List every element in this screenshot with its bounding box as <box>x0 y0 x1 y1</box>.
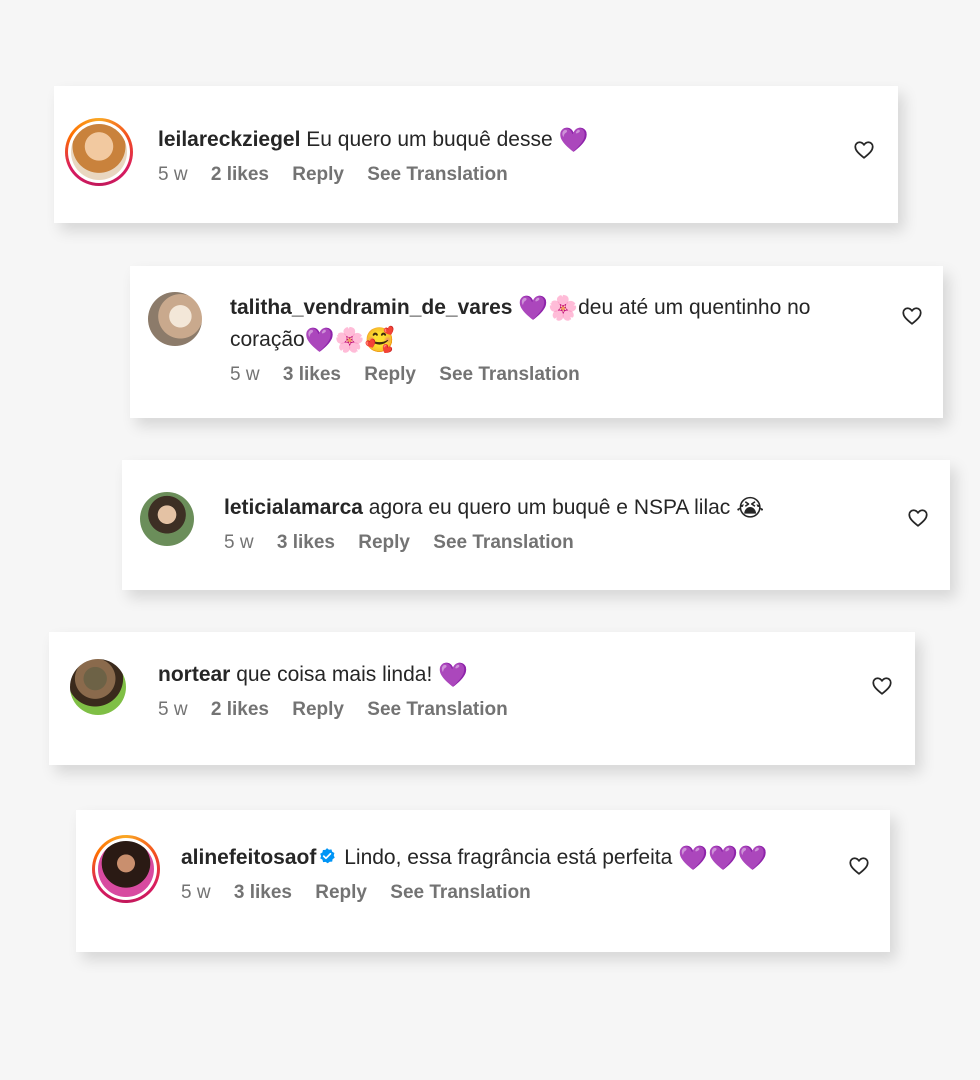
comment-likes[interactable]: 3 likes <box>234 882 292 903</box>
comment-username[interactable]: leticialamarca <box>224 496 363 519</box>
comment-card: talitha_vendramin_de_vares 💜🌸deu até um … <box>130 266 943 418</box>
heart-outline-icon[interactable] <box>907 507 929 529</box>
see-translation-link[interactable]: See Translation <box>367 699 507 720</box>
comment-emoji-leading: 💜🌸 <box>518 294 579 322</box>
comment-card: nortear que coisa mais linda! 💜 5 w 2 li… <box>49 632 915 765</box>
comment-card: leticialamarca agora eu quero um buquê e… <box>122 460 950 590</box>
comment-meta: 5 w 3 likes Reply See Translation <box>224 532 860 554</box>
see-translation-link[interactable]: See Translation <box>439 364 579 385</box>
comment-likes[interactable]: 3 likes <box>277 532 335 553</box>
verified-badge-icon <box>320 848 336 864</box>
comment-meta: 5 w 2 likes Reply See Translation <box>158 164 808 186</box>
comment-emoji: 💜 <box>558 126 589 154</box>
avatar[interactable] <box>92 835 160 903</box>
see-translation-link[interactable]: See Translation <box>433 532 573 553</box>
comment-username[interactable]: talitha_vendramin_de_vares <box>230 296 512 319</box>
avatar[interactable] <box>140 492 194 546</box>
comment-likes[interactable]: 2 likes <box>211 699 269 720</box>
see-translation-link[interactable]: See Translation <box>367 164 507 185</box>
comment-body: alinefeitosaof Lindo, essa fragrância es… <box>181 842 800 904</box>
comment-meta: 5 w 3 likes Reply See Translation <box>181 882 800 904</box>
see-translation-link[interactable]: See Translation <box>390 882 530 903</box>
reply-button[interactable]: Reply <box>292 164 344 185</box>
comment-card: alinefeitosaof Lindo, essa fragrância es… <box>76 810 890 952</box>
heart-outline-icon[interactable] <box>848 855 870 877</box>
comment-likes[interactable]: 3 likes <box>283 364 341 385</box>
comment-emoji: 💜🌸🥰 <box>304 326 395 354</box>
comment-body: leilareckziegel Eu quero um buquê desse … <box>158 124 808 186</box>
avatar[interactable] <box>70 659 126 715</box>
comment-meta: 5 w 2 likes Reply See Translation <box>158 699 825 721</box>
comment-card: leilareckziegel Eu quero um buquê desse … <box>54 86 898 223</box>
avatar[interactable] <box>148 292 202 346</box>
heart-outline-icon[interactable] <box>853 139 875 161</box>
reply-button[interactable]: Reply <box>292 699 344 720</box>
avatar[interactable] <box>65 118 133 186</box>
comment-username[interactable]: alinefeitosaof <box>181 846 316 869</box>
comment-text: Eu quero um buquê desse <box>306 128 553 151</box>
comment-text: que coisa mais linda! <box>236 663 433 686</box>
comment-likes[interactable]: 2 likes <box>211 164 269 185</box>
comment-text: agora eu quero um buquê e NSPA lilac <box>368 496 731 519</box>
comment-username[interactable]: nortear <box>158 663 230 686</box>
comment-time: 5 w <box>230 364 260 385</box>
comment-body: leticialamarca agora eu quero um buquê e… <box>224 492 860 554</box>
comment-time: 5 w <box>181 882 211 903</box>
comment-text: Lindo, essa fragrância está perfeita <box>344 846 673 869</box>
comment-emoji: 😭 <box>736 494 765 522</box>
comment-body: talitha_vendramin_de_vares 💜🌸deu até um … <box>230 292 853 386</box>
heart-outline-icon[interactable] <box>871 675 893 697</box>
comment-emoji: 💜 <box>438 661 469 689</box>
comment-time: 5 w <box>224 532 254 553</box>
comment-username[interactable]: leilareckziegel <box>158 128 300 151</box>
reply-button[interactable]: Reply <box>364 364 416 385</box>
comment-time: 5 w <box>158 699 188 720</box>
comment-meta: 5 w 3 likes Reply See Translation <box>230 364 853 386</box>
heart-outline-icon[interactable] <box>901 305 923 327</box>
reply-button[interactable]: Reply <box>358 532 410 553</box>
comment-body: nortear que coisa mais linda! 💜 5 w 2 li… <box>158 659 825 721</box>
comment-emoji: 💜💜💜 <box>678 844 768 872</box>
comment-time: 5 w <box>158 164 188 185</box>
reply-button[interactable]: Reply <box>315 882 367 903</box>
